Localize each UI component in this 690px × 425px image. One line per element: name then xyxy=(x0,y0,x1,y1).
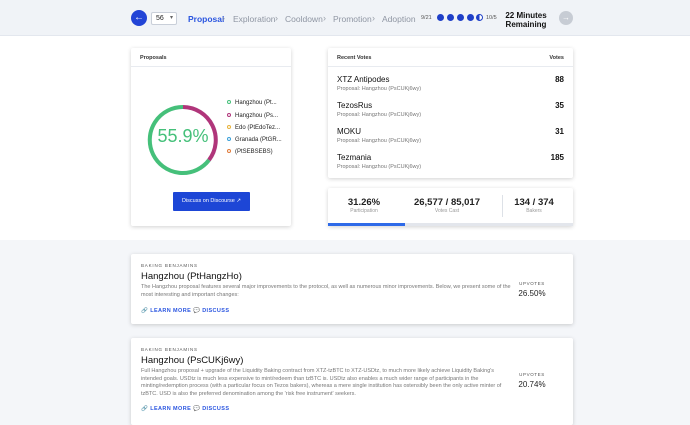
legend-marker xyxy=(227,137,231,141)
participation-progress-fill xyxy=(328,223,405,226)
chat-icon: 💬 xyxy=(193,308,201,314)
legend-label: Hangzhou (Pt... xyxy=(235,100,277,106)
legend-label: Granada (PtGR... xyxy=(235,137,282,143)
legend-item: (PtSEBSEBS) xyxy=(227,149,273,155)
baker-name: MOKU xyxy=(337,127,361,136)
stage-adoption[interactable]: Adoption xyxy=(382,14,416,24)
bakers-value: 134 / 374 xyxy=(514,197,554,208)
legend-label: Edo (PtEdoTez... xyxy=(235,125,281,131)
participation-progress-bar xyxy=(328,223,573,226)
participation-label: Participation xyxy=(350,208,378,214)
upvotes-label: UPVOTES xyxy=(519,372,545,377)
upvotes-value: 26.50% xyxy=(518,289,546,298)
chevron-right-icon: › xyxy=(372,13,375,23)
leading-percentage: 55.9% xyxy=(157,126,209,146)
learn-more-link[interactable]: 🔗 LEARN MORE xyxy=(141,406,191,412)
chevron-right-icon: › xyxy=(323,13,326,23)
feed-body: Full Hangzhou proposal + upgrade of the … xyxy=(141,368,502,397)
vote-proposal: Proposal: Hangzhou (PsCUKj6wy) xyxy=(337,138,422,144)
legend-item: Hangzhou (Ps... xyxy=(227,113,278,119)
stage-proposal[interactable]: Proposal xyxy=(188,14,224,24)
top-bar: ← 56 ▾ Proposal › Exploration › Cooldown… xyxy=(0,0,690,36)
link-icon: 🔗 xyxy=(141,406,149,412)
learn-more-link[interactable]: 🔗 LEARN MORE xyxy=(141,308,191,314)
recent-votes-card: Recent Votes Votes XTZ Antipodes Proposa… xyxy=(328,48,573,178)
baker-name: XTZ Antipodes xyxy=(337,75,390,84)
learn-more-label: LEARN MORE xyxy=(150,308,192,314)
vote-count: 185 xyxy=(550,153,564,162)
external-link-icon: ↗ xyxy=(236,198,242,204)
time-remaining: 22 Minutes Remaining xyxy=(505,11,547,29)
vote-count: 31 xyxy=(555,127,564,136)
link-icon: 🔗 xyxy=(141,308,149,314)
legend-label: Hangzhou (Ps... xyxy=(235,113,279,119)
legend-item: Hangzhou (Pt... xyxy=(227,100,277,106)
chevron-down-icon: ▾ xyxy=(169,15,173,21)
bakers-label: Bakers xyxy=(526,208,542,214)
proposal-feed-card: BAKING BENJAMINS Hangzhou (PsCUKj6wy) Fu… xyxy=(131,338,573,425)
stage-cooldown[interactable]: Cooldown xyxy=(285,14,323,24)
legend-marker xyxy=(227,149,231,153)
legend-item: Edo (PtEdoTez... xyxy=(227,125,280,131)
votes-cast-value: 26,577 / 85,017 xyxy=(413,197,481,208)
baker-name: Tezmania xyxy=(337,153,372,162)
arrow-right-icon[interactable]: → xyxy=(559,11,573,25)
participation-stats-card: 31.26% Participation 26,577 / 85,017 Vot… xyxy=(328,188,573,226)
votes-column-header: Votes xyxy=(549,55,564,61)
participation-value: 31.26% xyxy=(347,197,381,208)
vote-proposal: Proposal: Hangzhou (PsCUKj6wy) xyxy=(337,164,422,170)
vote-count: 35 xyxy=(555,101,564,110)
progress-dot xyxy=(467,14,474,21)
upvotes-label: UPVOTES xyxy=(519,281,545,286)
divider xyxy=(131,66,291,67)
period-select-value: 56 xyxy=(156,15,164,22)
chat-icon: 💬 xyxy=(193,406,201,412)
divider xyxy=(328,66,573,67)
legend-marker xyxy=(227,113,231,117)
learn-more-label: LEARN MORE xyxy=(150,406,192,412)
progress-dot xyxy=(437,14,444,21)
feed-author: BAKING BENJAMINS xyxy=(141,347,198,352)
stage-exploration[interactable]: Exploration xyxy=(233,14,276,24)
discuss-label: DISCUSS xyxy=(202,308,230,314)
progress-dot xyxy=(457,14,464,21)
recent-votes-title: Recent Votes xyxy=(337,55,372,61)
period-start-date: 9/21 xyxy=(421,15,432,21)
discuss-button-label: Discuss on Discourse xyxy=(181,198,235,204)
feed-body: The Hangzhou proposal features several m… xyxy=(141,284,511,298)
chevron-right-icon: › xyxy=(275,13,278,23)
legend-marker xyxy=(227,100,231,104)
stage-promotion[interactable]: Promotion xyxy=(333,14,372,24)
legend-item: Granada (PtGR... xyxy=(227,137,282,143)
votes-cast-label: Votes Cast xyxy=(434,208,460,214)
vote-proposal: Proposal: Hangzhou (PsCUKj6wy) xyxy=(337,86,422,92)
feed-title[interactable]: Hangzhou (PtHangzHo) xyxy=(141,271,242,282)
discuss-link[interactable]: 💬 DISCUSS xyxy=(193,406,229,412)
legend-marker xyxy=(227,125,231,129)
discuss-on-discourse-button[interactable]: Discuss on Discourse ↗ xyxy=(173,192,250,211)
progress-dot xyxy=(476,14,483,21)
period-select[interactable]: 56 ▾ xyxy=(151,12,177,25)
vote-count: 88 xyxy=(555,75,564,84)
baker-name: TezosRus xyxy=(337,101,373,110)
discuss-link[interactable]: 💬 DISCUSS xyxy=(193,308,229,314)
discuss-label: DISCUSS xyxy=(202,406,230,412)
proposals-card: Proposals 55.9% Hangzhou (Pt... Hangzhou… xyxy=(131,48,291,226)
vote-proposal: Proposal: Hangzhou (PsCUKj6wy) xyxy=(337,112,422,118)
feed-title[interactable]: Hangzhou (PsCUKj6wy) xyxy=(141,355,243,366)
progress-dot xyxy=(447,14,454,21)
feed-author: BAKING BENJAMINS xyxy=(141,263,198,268)
proposals-title: Proposals xyxy=(140,55,167,61)
period-end-date: 10/5 xyxy=(486,15,497,21)
legend-label: (PtSEBSEBS) xyxy=(235,149,273,155)
chevron-right-icon: › xyxy=(222,13,225,23)
proposal-feed-card: BAKING BENJAMINS Hangzhou (PtHangzHo) Th… xyxy=(131,254,573,324)
upvotes-value: 20.74% xyxy=(518,380,546,389)
arrow-left-icon[interactable]: ← xyxy=(131,10,147,26)
divider xyxy=(502,195,503,217)
